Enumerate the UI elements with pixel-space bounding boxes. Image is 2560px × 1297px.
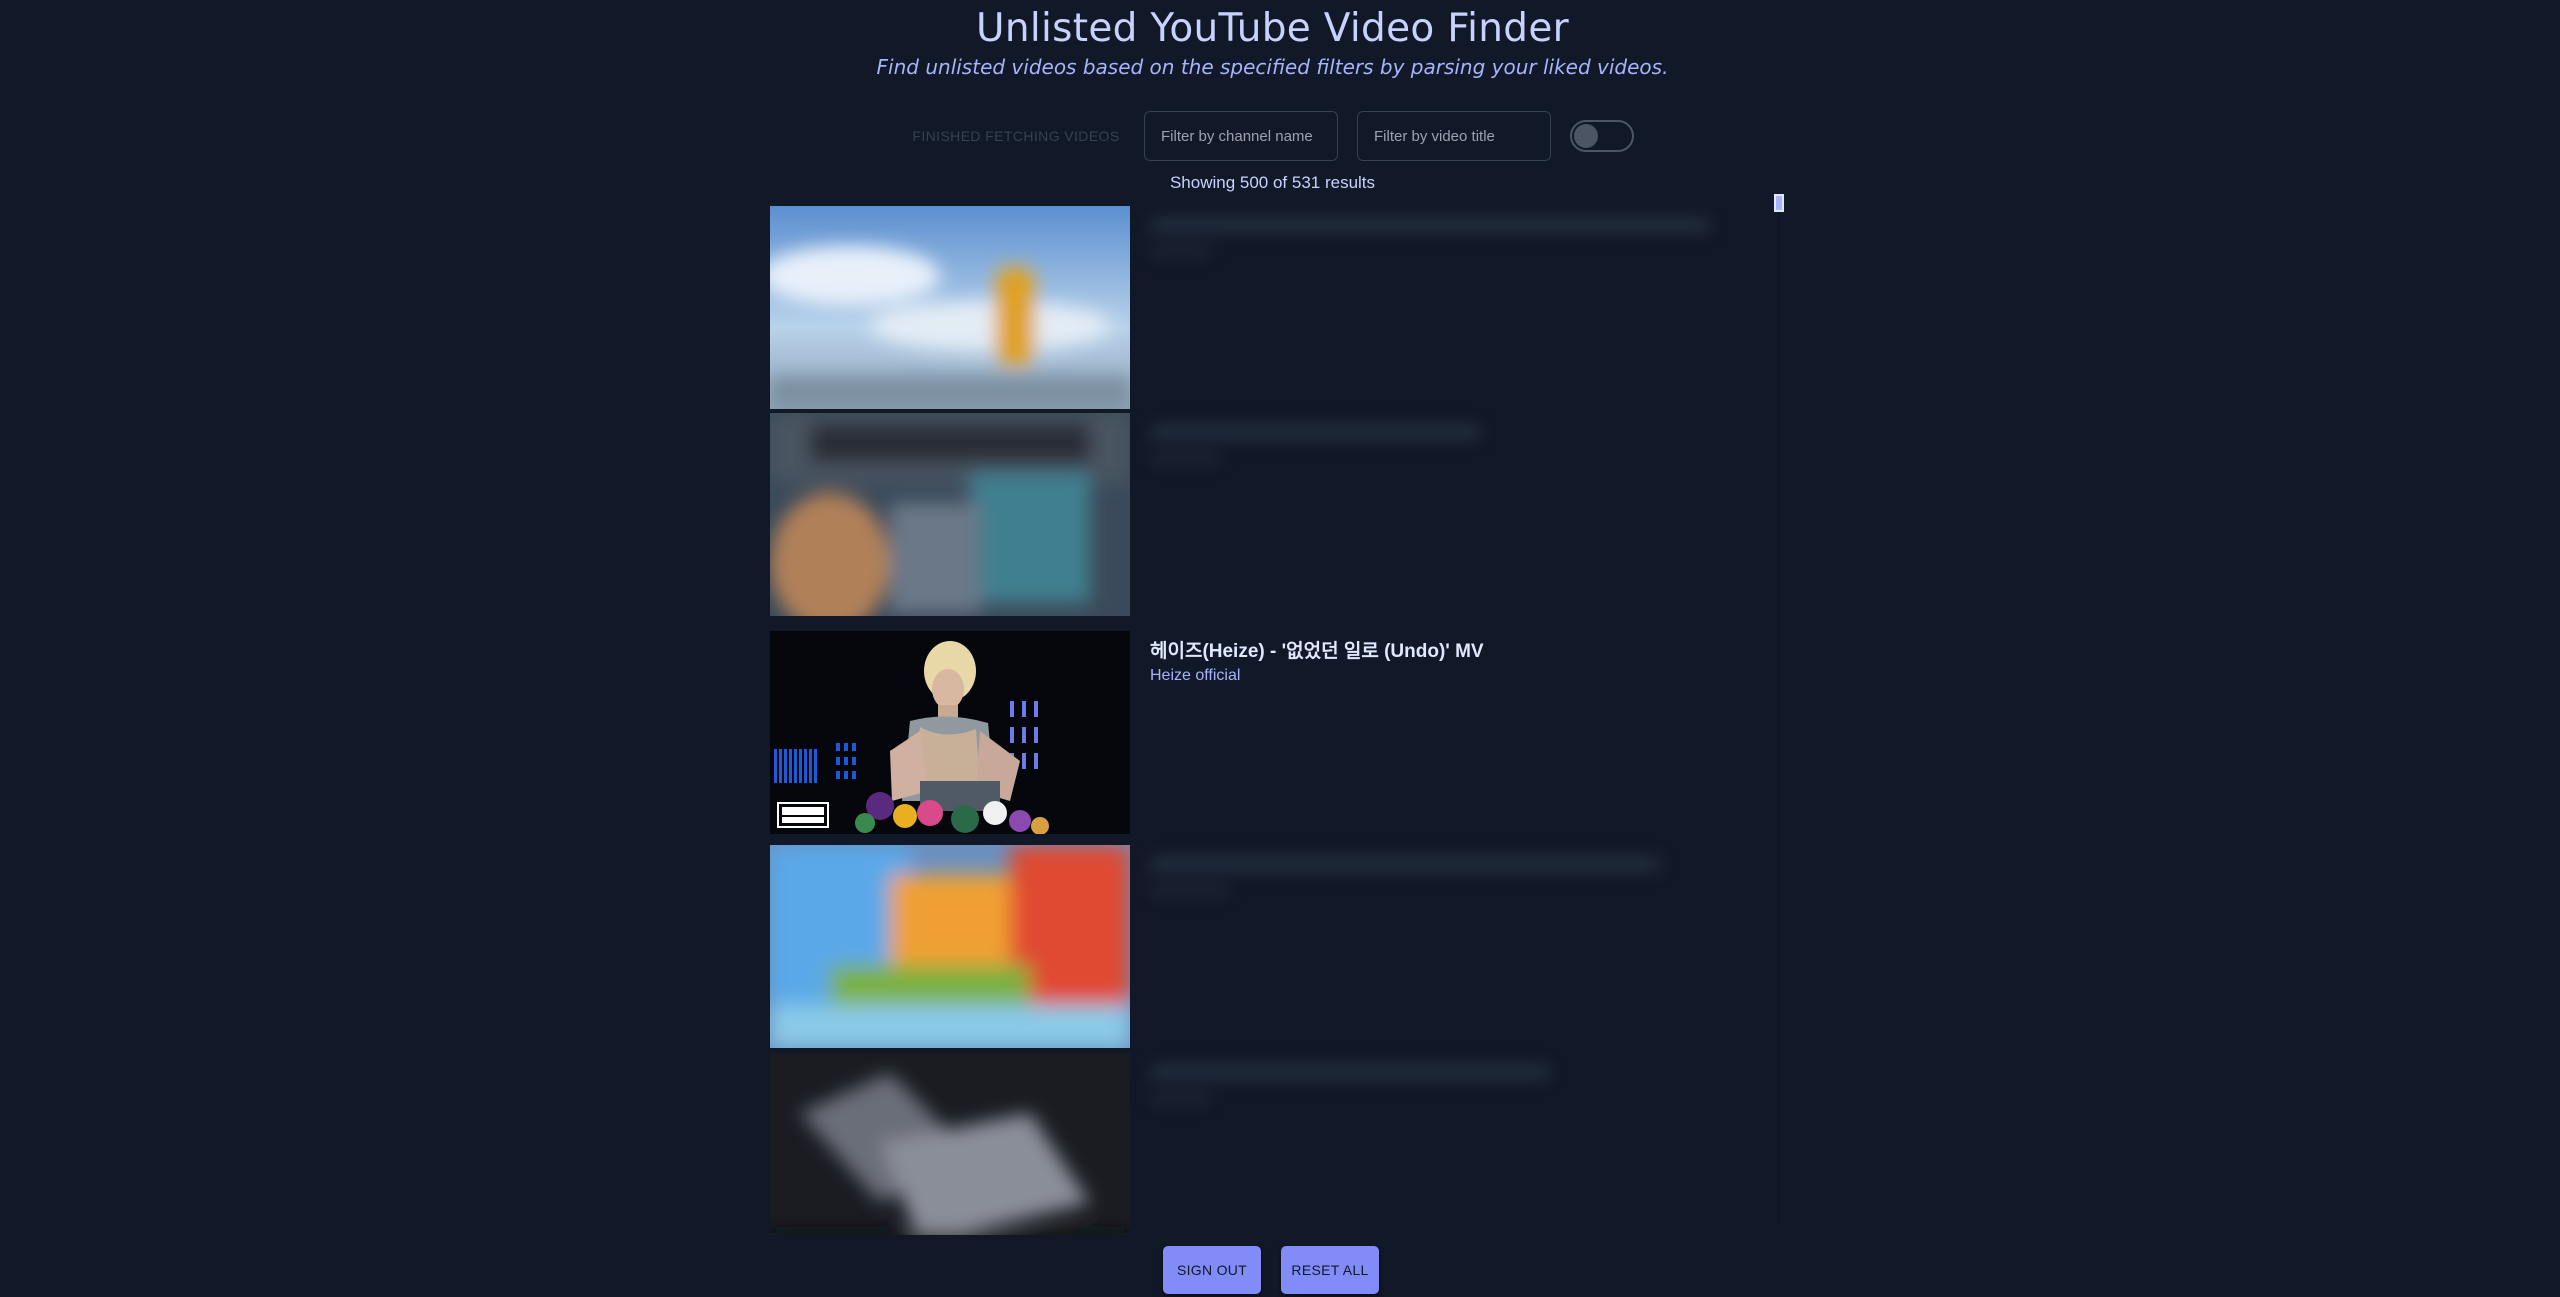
- redacted-channel: [1150, 246, 1210, 256]
- video-thumbnail[interactable]: [770, 845, 1130, 1048]
- fetch-status-button: FINISHED FETCHING VIDEOS: [908, 111, 1124, 161]
- video-info: [1150, 853, 1770, 895]
- channel-filter-input[interactable]: [1144, 111, 1338, 161]
- redacted-channel: [1150, 1093, 1210, 1103]
- redacted-title: [1150, 425, 1480, 439]
- video-list: 헤이즈(Heize) - '없었던 일로 (Undo)' MV Heize of…: [770, 206, 1780, 1235]
- redacted-channel: [1150, 453, 1220, 463]
- video-channel[interactable]: Heize official: [1150, 667, 1770, 685]
- video-info: 헤이즈(Heize) - '없었던 일로 (Undo)' MV Heize of…: [1150, 639, 1770, 685]
- video-thumbnail[interactable]: [770, 413, 1130, 616]
- header: Unlisted YouTube Video Finder Find unlis…: [0, 6, 2545, 79]
- video-item[interactable]: [770, 1053, 1780, 1235]
- video-thumbnail[interactable]: [770, 206, 1130, 409]
- sign-out-button[interactable]: SIGN OUT: [1163, 1246, 1261, 1294]
- redacted-title: [1150, 1065, 1550, 1079]
- page-title: Unlisted YouTube Video Finder: [976, 6, 1569, 51]
- video-item[interactable]: [770, 413, 1780, 616]
- thumbnail-image: [770, 413, 1130, 616]
- video-title[interactable]: 헤이즈(Heize) - '없었던 일로 (Undo)' MV: [1150, 639, 1770, 665]
- results-summary: Showing 500 of 531 results: [1169, 173, 1376, 192]
- filter-bar: FINISHED FETCHING VIDEOS: [0, 111, 2545, 161]
- thumbnail-image: [770, 845, 1130, 1048]
- list-scrollbar[interactable]: [1774, 194, 1784, 1234]
- video-info: [1150, 421, 1770, 463]
- thumbnail-image: [770, 206, 1130, 409]
- video-info: [1150, 214, 1770, 256]
- video-item[interactable]: [770, 845, 1780, 1048]
- scrollbar-thumb[interactable]: [1774, 194, 1784, 212]
- thumbnail-image: [770, 1053, 1130, 1235]
- redacted-channel: [1150, 885, 1230, 895]
- toggle-knob: [1574, 124, 1598, 148]
- reset-all-button[interactable]: RESET ALL: [1281, 1246, 1379, 1294]
- filter-toggle[interactable]: [1570, 120, 1634, 152]
- video-info: [1150, 1061, 1770, 1103]
- app-root: Unlisted YouTube Video Finder Find unlis…: [0, 0, 2560, 1297]
- video-thumbnail[interactable]: [770, 631, 1130, 834]
- video-item[interactable]: [770, 206, 1780, 409]
- title-filter-input[interactable]: [1357, 111, 1551, 161]
- redacted-title: [1150, 857, 1660, 871]
- page-subtitle: Find unlisted videos based on the specif…: [876, 55, 1669, 79]
- redacted-title: [1150, 218, 1710, 232]
- scrollbar-track: [1778, 214, 1780, 1224]
- video-thumbnail[interactable]: [770, 1053, 1130, 1235]
- thumbnail-image: [770, 631, 1130, 834]
- video-item[interactable]: 헤이즈(Heize) - '없었던 일로 (Undo)' MV Heize of…: [770, 631, 1780, 834]
